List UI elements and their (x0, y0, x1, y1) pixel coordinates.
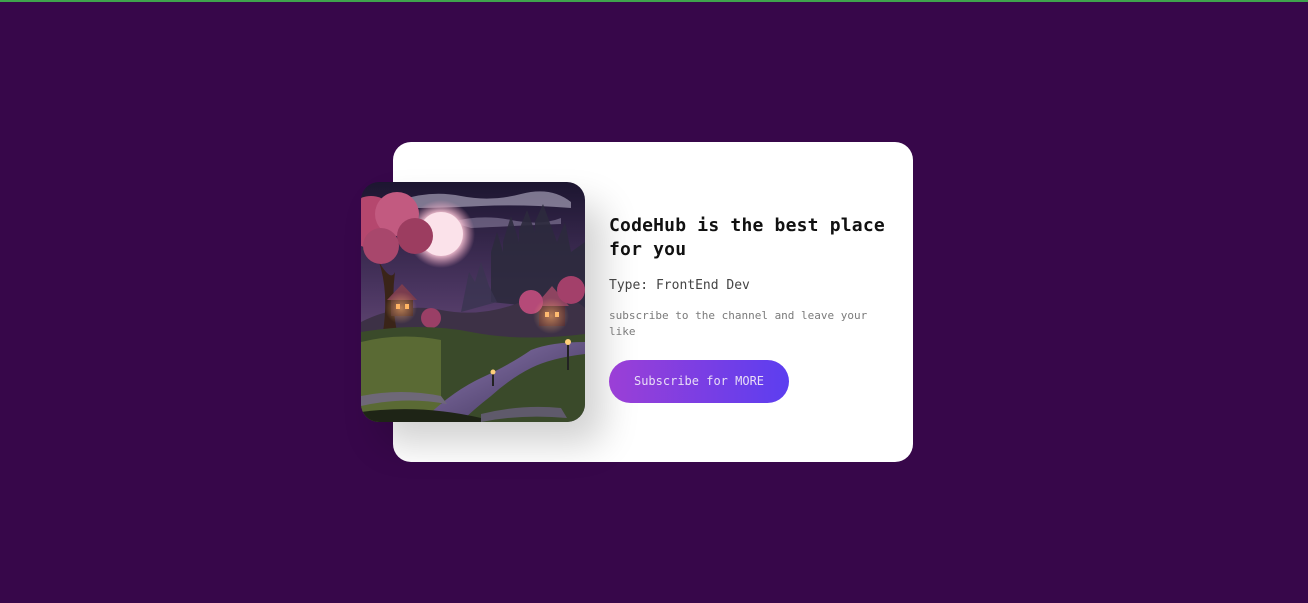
card-type-line: Type: FrontEnd Dev (609, 278, 750, 293)
subscribe-button[interactable]: Subscribe for MORE (609, 360, 789, 403)
top-accent-line (0, 0, 1308, 2)
card-illustration (361, 182, 585, 422)
card-content: CodeHub is the best place for you Type: … (609, 214, 889, 403)
card-title: CodeHub is the best place for you (609, 215, 885, 260)
card-description: subscribe to the channel and leave your … (609, 309, 868, 338)
